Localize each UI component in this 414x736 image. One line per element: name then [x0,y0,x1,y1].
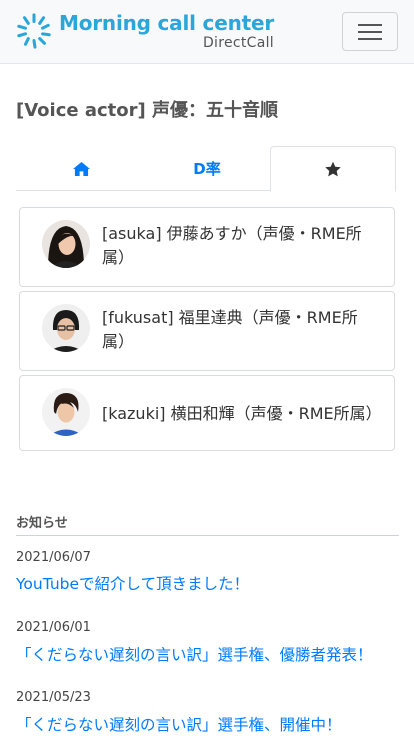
news-link[interactable]: 「くだらない遅刻の言い訳」選手権、開催中！ [16,713,342,735]
actor-name: [kazuki] 横田和輝（声優・RME所属） [102,404,382,423]
actor-card-asuka[interactable]: [asuka] 伊藤あすか（声優・RME所属） [19,207,395,287]
avatar [42,388,90,436]
page-title: [Voice actor] 声優：五十音順 [16,100,279,121]
star-icon [325,161,341,176]
actor-card-fukusat[interactable]: [fukusat] 福里達典（声優・RME所属） [19,291,395,371]
brand-logo[interactable]: Morning call center DirectCall [15,12,274,50]
news-heading: お知らせ [16,512,399,536]
home-icon [72,161,90,176]
navbar: Morning call center DirectCall [0,0,414,64]
avatar [42,220,90,268]
avatar [42,304,90,352]
news-date: 2021/06/07 [16,550,91,565]
tab-favorites[interactable] [270,146,396,192]
tab-home[interactable] [18,146,144,191]
menu-toggle-button[interactable] [342,12,398,51]
actor-card-kazuki[interactable]: [kazuki] 横田和輝（声優・RME所属） [19,375,395,451]
brand-subtitle: DirectCall [202,34,274,51]
news-date: 2021/05/23 [16,690,91,705]
tab-bar: D率 [16,146,396,192]
hamburger-icon [358,24,382,26]
actor-name: [fukusat] 福里達典（声優・RME所属） [102,308,358,351]
news-link[interactable]: 「くだらない遅刻の言い訳」選手権、優勝者発表！ [16,643,373,665]
news-date: 2021/06/01 [16,620,91,635]
tab-d-rate[interactable]: D率 [144,146,270,191]
sunburst-logo-icon [17,13,51,49]
tab-d-rate-label: D率 [193,160,221,178]
brand-title: Morning call center [59,10,274,35]
actor-name: [asuka] 伊藤あすか（声優・RME所属） [102,224,362,267]
news-link[interactable]: YouTubeで紹介して頂きました！ [16,572,249,594]
